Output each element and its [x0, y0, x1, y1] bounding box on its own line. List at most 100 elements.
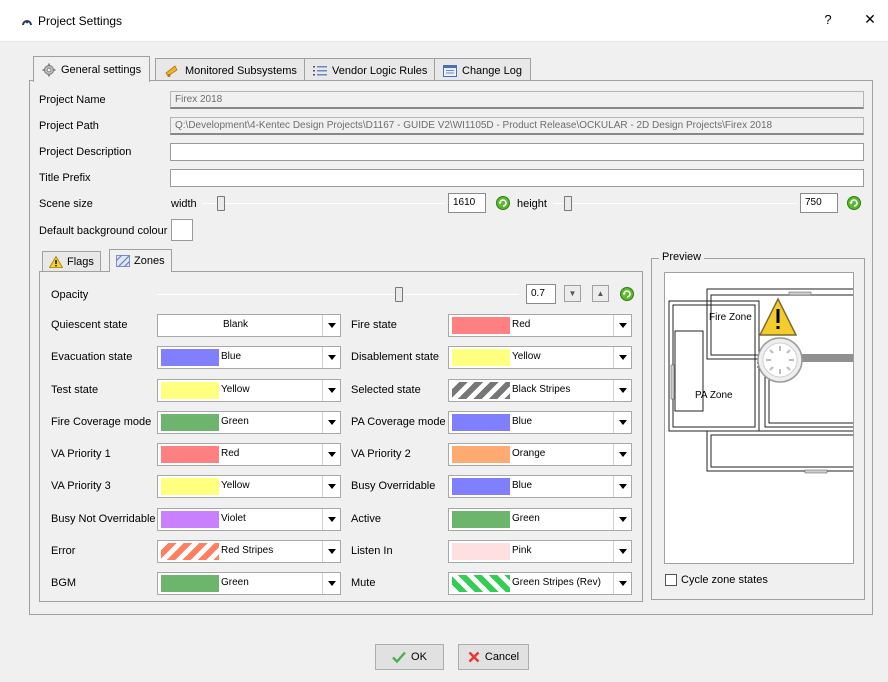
- selected-value: Yellow: [221, 384, 250, 395]
- project-description-field[interactable]: [170, 143, 864, 161]
- selected-value: Green: [512, 513, 540, 524]
- bgm-label: BGM: [51, 577, 77, 589]
- hatch-icon: [116, 255, 130, 267]
- selected-value: Yellow: [221, 480, 250, 491]
- window-title: Project Settings: [38, 14, 123, 28]
- selected-value: Blue: [221, 351, 242, 362]
- mute-select[interactable]: Green Stripes (Rev): [448, 572, 632, 595]
- ok-label: OK: [411, 651, 427, 663]
- background-colour-button[interactable]: [171, 219, 193, 241]
- chevron-down-icon[interactable]: [322, 412, 340, 433]
- bell-icon: [165, 64, 178, 77]
- scene-size-label: Scene size: [39, 198, 93, 210]
- tab-flags[interactable]: Flags: [42, 251, 101, 272]
- evacuation-state-label: Evacuation state: [51, 351, 133, 363]
- background-colour-label: Default background colour: [39, 225, 168, 237]
- chevron-down-icon[interactable]: [613, 347, 631, 368]
- tab-label: Vendor Logic Rules: [332, 64, 428, 77]
- tab-label: Flags: [67, 256, 94, 268]
- width-label: width: [171, 198, 197, 210]
- ok-button[interactable]: OK: [375, 644, 444, 670]
- close-button[interactable]: ✕: [862, 11, 878, 28]
- chevron-down-icon[interactable]: [613, 509, 631, 530]
- tab-general-settings[interactable]: General settings: [33, 56, 151, 82]
- tab-change-log[interactable]: Change Log: [434, 58, 531, 82]
- opacity-increase-button[interactable]: ▲: [592, 285, 609, 302]
- help-button[interactable]: ?: [820, 12, 836, 27]
- chevron-down-icon[interactable]: [613, 541, 631, 562]
- va-priority-2-select[interactable]: Orange: [448, 443, 632, 466]
- chevron-down-icon[interactable]: [322, 541, 340, 562]
- pa-coverage-mode-select[interactable]: Blue: [448, 411, 632, 434]
- chevron-down-icon[interactable]: [613, 573, 631, 594]
- cycle-zone-states-label: Cycle zone states: [681, 574, 768, 586]
- chevron-down-icon[interactable]: [322, 509, 340, 530]
- title-prefix-label: Title Prefix: [39, 172, 91, 184]
- mute-label: Mute: [351, 577, 376, 589]
- busy-not-overridable-select[interactable]: Violet: [157, 508, 341, 531]
- width-slider-handle[interactable]: [217, 196, 225, 211]
- listen-in-select[interactable]: Pink: [448, 540, 632, 563]
- tab-label: General settings: [61, 63, 142, 76]
- fire-state-select[interactable]: Red: [448, 314, 632, 337]
- width-input[interactable]: 1610: [448, 193, 486, 213]
- color-swatch: [452, 511, 510, 528]
- listen-in-label: Listen In: [351, 545, 393, 557]
- selected-value: Red: [512, 319, 531, 330]
- selected-value: Red: [221, 448, 240, 459]
- tab-zones[interactable]: Zones: [109, 249, 172, 272]
- selected-value: Blank: [222, 319, 248, 330]
- chevron-down-icon[interactable]: [322, 315, 340, 336]
- busy-overridable-select[interactable]: Blue: [448, 475, 632, 498]
- cancel-icon: [468, 651, 480, 663]
- height-slider-handle[interactable]: [564, 196, 572, 211]
- chevron-down-icon[interactable]: [613, 315, 631, 336]
- chevron-down-icon[interactable]: [613, 476, 631, 497]
- quiescent-state-select[interactable]: Blank: [157, 314, 341, 337]
- color-swatch: [161, 382, 219, 399]
- evacuation-state-select[interactable]: Blue: [157, 346, 341, 369]
- chevron-down-icon[interactable]: [613, 412, 631, 433]
- va-priority-1-select[interactable]: Red: [157, 443, 341, 466]
- fire-state-label: Fire state: [351, 319, 397, 331]
- chevron-down-icon[interactable]: [322, 444, 340, 465]
- selected-value: Violet: [221, 513, 246, 524]
- opacity-decrease-button[interactable]: ▼: [564, 285, 581, 302]
- bgm-select[interactable]: Green: [157, 572, 341, 595]
- tab-monitored-subsystems[interactable]: Monitored Subsystems: [155, 58, 306, 82]
- chevron-down-icon[interactable]: [322, 347, 340, 368]
- cycle-zone-states-checkbox[interactable]: [665, 574, 677, 586]
- floor-plan-image: Fire Zone PA Zone: [668, 288, 853, 474]
- selected-state-select[interactable]: Black Stripes: [448, 379, 632, 402]
- opacity-slider-handle[interactable]: [395, 287, 403, 302]
- preview-legend: Preview: [659, 251, 705, 263]
- error-select[interactable]: Red Stripes: [157, 540, 341, 563]
- preview-canvas: Fire Zone PA Zone: [664, 272, 854, 564]
- tab-vendor-logic-rules[interactable]: Vendor Logic Rules: [304, 58, 437, 82]
- chevron-down-icon[interactable]: [322, 573, 340, 594]
- selected-value: Green Stripes (Rev): [512, 577, 601, 588]
- busy-overridable-label: Busy Overridable: [351, 480, 436, 492]
- disablement-state-select[interactable]: Yellow: [448, 346, 632, 369]
- selected-value: Blue: [512, 480, 533, 491]
- color-swatch: [452, 478, 510, 495]
- va-priority-3-select[interactable]: Yellow: [157, 475, 341, 498]
- checkmark-icon: [392, 651, 406, 663]
- active-select[interactable]: Green: [448, 508, 632, 531]
- chevron-down-icon[interactable]: [322, 476, 340, 497]
- height-input[interactable]: 750: [800, 193, 838, 213]
- reset-height-icon[interactable]: [846, 195, 862, 211]
- project-name-field[interactable]: Firex 2018: [170, 91, 864, 109]
- fire-coverage-mode-select[interactable]: Green: [157, 411, 341, 434]
- project-path-field[interactable]: Q:\Development\4-Kentec Design Projects\…: [170, 117, 864, 135]
- test-state-select[interactable]: Yellow: [157, 379, 341, 402]
- chevron-down-icon[interactable]: [613, 380, 631, 401]
- cancel-button[interactable]: Cancel: [458, 644, 529, 670]
- chevron-down-icon[interactable]: [613, 444, 631, 465]
- title-prefix-field[interactable]: [170, 169, 864, 187]
- reset-opacity-icon[interactable]: [619, 286, 635, 302]
- chevron-down-icon[interactable]: [322, 380, 340, 401]
- disablement-state-label: Disablement state: [351, 351, 440, 363]
- reset-width-icon[interactable]: [495, 195, 511, 211]
- opacity-input[interactable]: 0.7: [526, 284, 556, 304]
